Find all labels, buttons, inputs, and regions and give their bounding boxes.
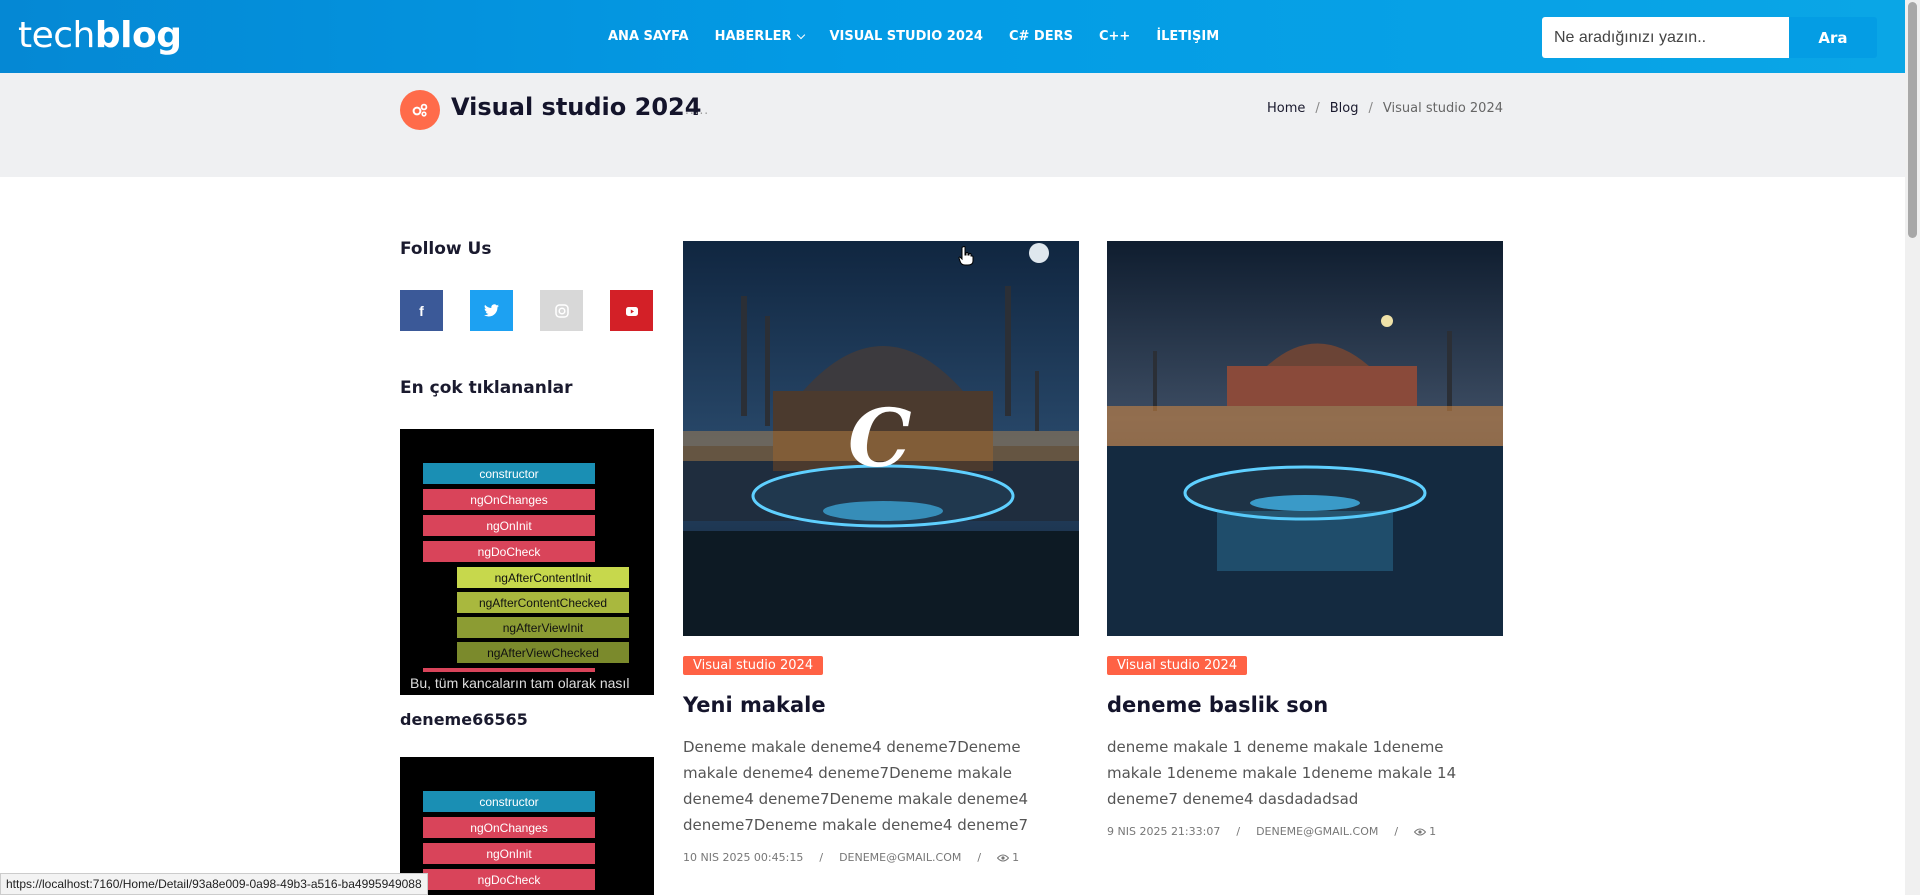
search-button[interactable]: Ara [1789,17,1877,58]
instagram-button[interactable] [540,290,583,331]
thumbnail-caption: Bu, tüm kancaların tam olarak nasıl [410,675,630,691]
article-image[interactable] [1107,241,1503,640]
follow-us-heading: Follow Us [400,239,492,259]
social-links: f [400,290,653,331]
facebook-button[interactable]: f [400,290,443,331]
article-image[interactable]: C [683,241,1079,640]
article-meta: 9 NIS 2025 21:33:07 / DENEME@GMAIL.COM /… [1107,825,1436,838]
hook-label: ngDoCheck [423,541,595,562]
article-views: 1 [997,851,1019,864]
title-dots: ..... [685,103,710,117]
category-badge[interactable]: Visual studio 2024 [683,656,824,675]
page-scrollbar[interactable] [1905,0,1920,895]
meta-separator: / [1236,825,1241,838]
hook-label: ngOnInit [423,515,595,536]
article-excerpt: Deneme makale deneme4 deneme7Deneme maka… [683,738,1029,834]
nav-visual-studio[interactable]: VISUAL STUDIO 2024 [830,29,983,44]
twitter-button[interactable] [470,290,513,331]
logo-light-text: tech [18,15,95,56]
views-count: 1 [1012,851,1020,864]
twitter-icon [484,304,499,317]
page-title-band: Visual studio 2024 ..... Home / Blog / V… [0,73,1905,177]
nav-cpp[interactable]: C++ [1099,29,1130,44]
views-count: 1 [1429,825,1437,838]
instagram-icon [554,303,569,318]
article-title[interactable]: deneme baslik son [1107,693,1328,717]
hook-label: constructor [423,791,595,812]
top-navbar: techblog ANA SAYFA HABERLER VISUAL STUDI… [0,0,1905,73]
popular-post-thumbnail[interactable]: constructor ngOnChanges ngOnInit ngDoChe… [400,757,654,895]
hook-label: ngAfterContentChecked [457,592,629,613]
meta-separator: / [819,851,824,864]
breadcrumb-blog[interactable]: Blog [1330,101,1359,116]
hook-label: ngAfterContentInit [457,567,629,588]
hook-label: ngOnChanges [423,817,595,838]
article-views: 1 [1414,825,1436,838]
hook-label: ngOnChanges [423,489,595,510]
most-clicked-heading: En çok tıklananlar [400,378,573,398]
article-date: 10 NIS 2025 00:45:15 [683,851,804,864]
hook-label: ngDoCheck [423,869,595,890]
hook-label: ngAfterViewChecked [457,642,629,663]
article-title[interactable]: Yeni makale [683,693,826,717]
chevron-down-icon [796,30,805,39]
thumbnail-red-strip [423,668,595,672]
article-excerpt: deneme makale 1 deneme makale 1deneme ma… [1107,738,1457,808]
hook-label: ngOnInit [423,843,595,864]
eye-icon [997,854,1010,861]
article-author[interactable]: DENEME@GMAIL.COM [839,851,961,864]
facebook-icon: f [419,302,424,319]
gears-icon [400,90,440,130]
article-meta: 10 NIS 2025 00:45:15 / DENEME@GMAIL.COM … [683,851,1019,864]
youtube-icon [625,306,638,316]
breadcrumb-separator: / [1315,101,1320,116]
scrollbar-thumb[interactable] [1908,2,1917,238]
meta-separator: / [1394,825,1399,838]
hook-label: ngAfterViewInit [457,617,629,638]
nav-news[interactable]: HABERLER [714,29,805,44]
eye-icon [1414,828,1427,835]
main-nav: ANA SAYFA HABERLER VISUAL STUDIO 2024 C#… [608,0,1219,73]
page-title: Visual studio 2024 [451,93,702,121]
category-badge[interactable]: Visual studio 2024 [1107,656,1248,675]
youtube-button[interactable] [610,290,653,331]
browser-status-url: https://localhost:7160/Home/Detail/93a8e… [0,873,428,895]
meta-separator: / [977,851,982,864]
breadcrumb: Home / Blog / Visual studio 2024 [1267,101,1503,116]
hook-label: constructor [423,463,595,484]
article-date: 9 NIS 2025 21:33:07 [1107,825,1221,838]
breadcrumb-separator: / [1368,101,1373,116]
hand-cursor-icon [958,246,974,266]
article-card: Visual studio 2024 deneme baslik son den… [1107,241,1503,838]
site-logo[interactable]: techblog [18,14,182,58]
nav-home[interactable]: ANA SAYFA [608,29,689,44]
article-author[interactable]: DENEME@GMAIL.COM [1256,825,1378,838]
logo-bold-text: blog [94,15,182,56]
popular-post-title[interactable]: deneme66565 [400,710,528,729]
article-card: C Visual studio 2024 Yeni makale Deneme … [683,241,1079,864]
nav-contact[interactable]: İLETIŞIM [1156,29,1219,44]
popular-post-thumbnail[interactable]: constructor ngOnChanges ngOnInit ngDoChe… [400,429,654,695]
breadcrumb-home[interactable]: Home [1267,101,1305,116]
nav-news-label: HABERLER [714,29,792,44]
nav-csharp[interactable]: C# DERS [1009,29,1073,44]
search-input[interactable] [1542,17,1789,58]
breadcrumb-current: Visual studio 2024 [1382,101,1503,116]
